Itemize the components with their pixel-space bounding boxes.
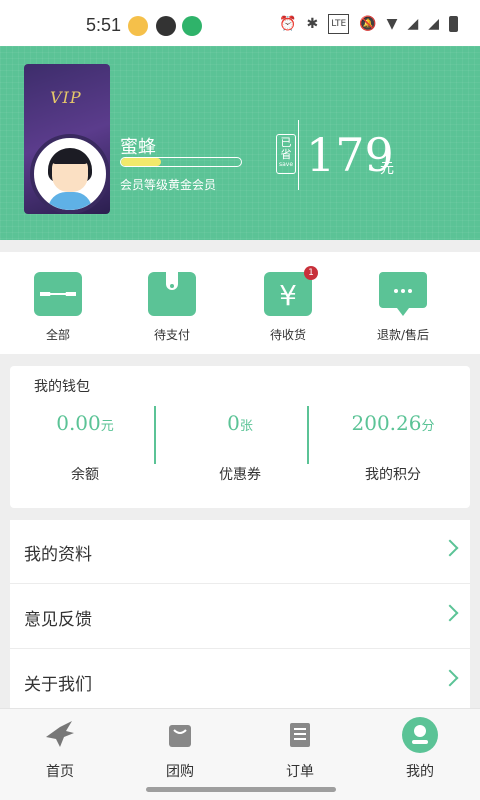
points-value: 200.26	[351, 411, 422, 435]
chevron-right-icon	[441, 539, 459, 557]
wallet-card: 我的钱包 0.00元 余额 0张 优惠券 200.26分 我的积分	[10, 366, 470, 508]
vip-label: VIP	[50, 88, 82, 107]
navigation-icon	[156, 16, 176, 36]
avatar[interactable]	[30, 134, 110, 214]
balance-unit: 元	[100, 419, 114, 434]
list-icon	[282, 717, 318, 753]
wallet-icon	[148, 272, 196, 316]
tab-label: 首页	[46, 764, 74, 780]
status-icons: ⏰ ✱ LTE 🔕 ▼ ◢ ◢	[279, 14, 458, 34]
wifi-icon: ▼	[386, 16, 398, 32]
order-shortcuts: 全部 待支付 ¥ 1 待收货 退款/售后	[0, 252, 480, 354]
points-unit: 分	[421, 419, 435, 434]
menu-item-label: 关于我们	[24, 675, 92, 695]
level-progress-bar	[120, 157, 242, 167]
alarm-icon: ⏰	[279, 16, 297, 32]
svg-text:¥: ¥	[279, 279, 297, 312]
tab-mine[interactable]: 我的	[360, 717, 480, 781]
order-badge: 1	[304, 266, 318, 280]
bird-icon	[42, 717, 78, 753]
points-label: 我的积分	[365, 467, 421, 483]
yen-icon: ¥ 1	[264, 266, 318, 316]
battery-icon	[449, 16, 458, 32]
menu-item-profile[interactable]: 我的资料	[10, 520, 470, 584]
points-value-row: 200.26分	[318, 406, 468, 440]
wallet-title: 我的钱包	[34, 379, 90, 395]
order-unpaid-label: 待支付	[153, 328, 190, 342]
wallet-divider-2	[307, 406, 309, 464]
status-bar: 5:51 ⏰ ✱ LTE 🔕 ▼ ◢ ◢	[0, 0, 480, 46]
home-indicator[interactable]	[146, 787, 336, 792]
tab-group-buy[interactable]: 团购	[120, 717, 240, 781]
tab-home[interactable]: 首页	[0, 717, 120, 781]
balance-value-row: 0.00元	[10, 406, 160, 440]
bag-icon	[162, 717, 198, 753]
coupon-value: 0	[227, 411, 240, 435]
profile-header: VIP 蜜蜂 会员等级黄金会员 已省 save 179 元	[0, 46, 480, 240]
settings-list: 我的资料 意见反馈 关于我们	[10, 520, 470, 710]
tab-label: 我的	[406, 764, 434, 780]
order-refund-button[interactable]: 退款/售后	[363, 272, 443, 343]
order-unpaid-button[interactable]: 待支付	[132, 272, 212, 343]
saved-badge: 已省 save	[276, 134, 296, 174]
mute-icon: 🔕	[359, 16, 377, 32]
order-to-receive-button[interactable]: ¥ 1 待收货	[248, 266, 328, 343]
member-level: 会员等级黄金会员	[120, 178, 217, 192]
weibo-icon	[128, 16, 148, 36]
order-refund-label: 退款/售后	[376, 328, 430, 342]
coupon-value-row: 0张	[165, 406, 315, 440]
chat-icon	[379, 272, 427, 316]
menu-item-label: 我的资料	[24, 545, 92, 565]
tab-label: 订单	[286, 764, 314, 780]
order-all-button[interactable]: 全部	[18, 272, 98, 343]
saved-divider	[298, 120, 299, 190]
volte-icon: LTE	[328, 14, 350, 34]
wallet-balance[interactable]: 0.00元 余额	[10, 406, 160, 484]
saved-unit: 元	[380, 161, 394, 177]
balance-value: 0.00	[56, 411, 101, 435]
balance-label: 余额	[71, 467, 99, 483]
menu-item-feedback[interactable]: 意见反馈	[10, 585, 470, 649]
bluetooth-icon: ✱	[306, 16, 319, 32]
signal-icon: ◢	[407, 16, 419, 32]
menu-item-about[interactable]: 关于我们	[10, 650, 470, 714]
wallet-points[interactable]: 200.26分 我的积分	[318, 406, 468, 484]
level-progress-fill	[121, 158, 161, 166]
coupon-unit: 张	[239, 419, 253, 434]
saved-sub: save	[278, 161, 294, 168]
status-time: 5:51	[86, 15, 122, 35]
coupon-label: 优惠券	[219, 467, 261, 483]
ticket-icon	[34, 272, 82, 316]
saved-label: 已省	[280, 136, 292, 161]
user-icon	[402, 717, 438, 753]
chevron-right-icon	[441, 604, 459, 622]
chevron-right-icon	[441, 669, 459, 687]
tab-orders[interactable]: 订单	[240, 717, 360, 781]
video-app-icon	[182, 16, 202, 36]
signal-icon-2: ◢	[428, 16, 439, 32]
order-to-receive-label: 待收货	[269, 328, 306, 342]
tab-label: 团购	[166, 764, 194, 780]
wallet-coupons[interactable]: 0张 优惠券	[165, 406, 315, 484]
wallet-divider	[154, 406, 156, 464]
order-all-label: 全部	[45, 328, 70, 342]
menu-item-label: 意见反馈	[24, 610, 92, 630]
nickname: 蜜蜂	[120, 137, 156, 158]
